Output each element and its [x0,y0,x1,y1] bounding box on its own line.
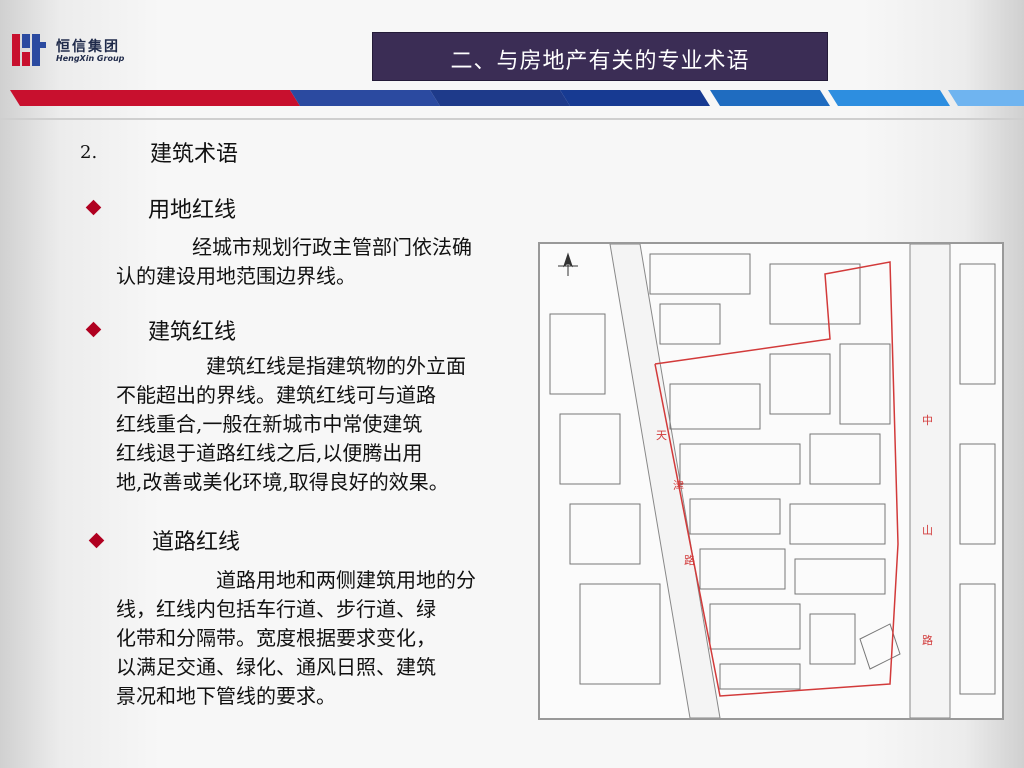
item-text-1: 经城市规划行政主管部门依法确 认的建设用地范围边界线。 [116,235,472,288]
left-road-label-1: 天 [656,429,667,442]
left-road-label-3: 路 [684,554,695,567]
item-heading-2: 建筑红线 [148,320,237,345]
bullet-diamond-icon [85,199,102,216]
right-road-label-1: 中 [922,414,933,427]
item-text-2: 建筑红线是指建筑物的外立面 不能超出的界线。建筑红线可与道路 红线重合,一般在新… [116,354,466,494]
item-heading-3: 道路红线 [152,530,241,555]
logo-name: 恒信集团 [56,39,120,55]
item-heading-1: 用地红线 [148,198,237,223]
left-road-label-2: 津 [673,479,684,492]
section-title: 建筑术语 [150,142,239,167]
logo-subtitle: HengXin Group [56,54,125,63]
header-divider [0,118,1024,120]
site-plan-map: 天 津 路 中 山 路 [538,242,1004,720]
right-road-label-2: 山 [922,524,933,537]
title-banner: 二、与房地产有关的专业术语 [372,32,828,81]
site-plan-drawing: 天 津 路 中 山 路 [540,243,1002,719]
bullet-diamond-icon [85,321,102,338]
item-text-3: 道路用地和两侧建筑用地的分 线，红线内包括车行道、步行道、绿 化带和分隔带。宽度… [116,568,476,708]
right-road-label-3: 路 [922,634,933,647]
header-stripe-band [10,90,1024,106]
page-title: 二、与房地产有关的专业术语 [450,49,750,74]
bullet-diamond-icon [88,532,105,549]
section-number: 2. [80,142,98,163]
